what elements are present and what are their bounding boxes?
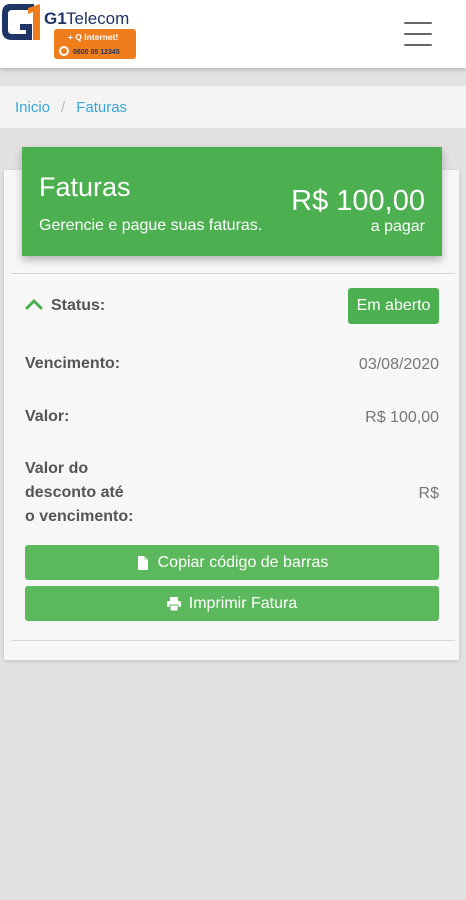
breadcrumb: Inicio / Faturas [0,86,466,128]
status-badge: Em aberto [348,288,439,324]
chevron-up-icon[interactable] [25,297,43,311]
discount-label: Valor do desconto até o vencimento: [25,457,133,529]
g1telecom-logo[interactable]: G1 Telecom + Q Internet! 0800 05 12345 [0,0,140,66]
divider [11,640,455,641]
top-navbar: G1 Telecom + Q Internet! 0800 05 12345 [0,0,466,68]
due-date-label: Vencimento: [25,355,121,372]
discount-label-line: o vencimento: [25,508,134,525]
printer-icon [166,596,181,611]
divider [11,273,455,274]
amount-value: R$ 100,00 [365,409,439,426]
logo-tagline: + Q Internet! [68,32,118,42]
amount-label: Valor: [25,408,70,425]
hamburger-icon-line [404,33,432,35]
breadcrumb-home-link[interactable]: Inicio [15,99,50,116]
status-label[interactable]: Status: [51,294,105,318]
page-subtitle: Gerencie e pague suas faturas. [39,217,263,234]
copy-barcode-label: Copiar código de barras [157,553,329,571]
print-invoice-button[interactable]: Imprimir Fatura [25,586,439,621]
due-date-value: 03/08/2020 [358,356,439,373]
breadcrumb-current-link[interactable]: Faturas [76,99,127,116]
page-title: Faturas [39,172,131,202]
copy-barcode-button[interactable]: Copiar código de barras [25,545,439,580]
discount-label-line: Valor do [25,460,89,477]
file-icon [137,555,148,570]
hamburger-icon-line [404,44,432,46]
amount-due-caption: a pagar [370,218,425,235]
amount-due: R$ 100,00 [291,185,425,217]
discount-value: R$ [418,485,439,502]
hamburger-menu-button[interactable] [404,22,436,46]
hamburger-icon [404,22,432,24]
breadcrumb-separator: / [61,98,66,116]
print-invoice-label: Imprimir Fatura [188,594,298,612]
logo-phone: 0800 05 12345 [73,49,120,56]
svg-text:G1: G1 [44,9,67,28]
discount-label-line: desconto até [25,484,124,501]
svg-text:Telecom: Telecom [66,9,129,28]
invoices-header-card: Faturas Gerencie e pague suas faturas. R… [22,147,442,256]
